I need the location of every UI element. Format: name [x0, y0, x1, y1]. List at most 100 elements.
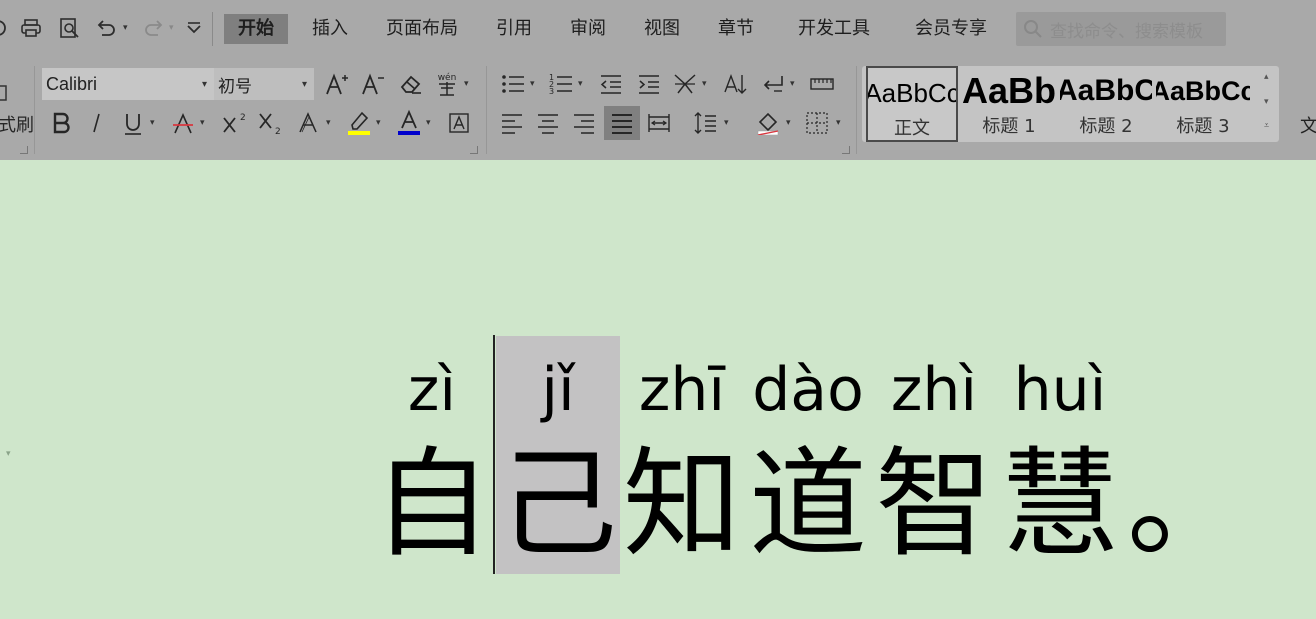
pinyin: zhì [890, 355, 978, 425]
subscript-icon[interactable]: 2 [254, 108, 286, 138]
styles-scroll-up-icon[interactable]: ▴ [1264, 72, 1269, 82]
borders-dropdown-icon[interactable]: ▾ [836, 118, 841, 128]
numbering-icon[interactable]: 123 [546, 70, 576, 98]
line-spacing-dropdown-icon[interactable]: ▾ [724, 118, 729, 128]
text-cursor [493, 335, 495, 574]
hanzi: 。 [1126, 435, 1245, 573]
shading-dropdown-icon[interactable]: ▾ [786, 118, 791, 128]
shading-icon[interactable] [752, 106, 784, 138]
style-heading-1[interactable]: AaBb 标题 1 [962, 66, 1056, 142]
bullets-icon[interactable] [498, 70, 528, 98]
numbering-dropdown-icon[interactable]: ▾ [578, 79, 583, 89]
tab-insert[interactable]: 插入 [312, 14, 348, 44]
clipboard-launcher-icon[interactable] [20, 146, 28, 154]
svg-text:3: 3 [549, 87, 554, 96]
font-name-combo[interactable]: Calibri ▾ [42, 68, 214, 100]
paragraph-launcher-icon[interactable] [842, 146, 850, 154]
style-label: 标题 3 [1176, 116, 1230, 137]
pinyin: dào [752, 355, 864, 425]
clear-format-icon[interactable] [396, 70, 426, 98]
tab-chapter[interactable]: 章节 [718, 14, 754, 44]
phonetic-dropdown-icon[interactable]: ▾ [464, 79, 469, 89]
font-size-combo[interactable]: 初号 ▾ [214, 68, 314, 100]
customize-quick-access-icon[interactable] [183, 15, 205, 41]
svg-text:2: 2 [240, 113, 246, 123]
format-painter-button[interactable]: 式刷 [0, 110, 34, 138]
group-separator [856, 66, 857, 154]
bold-icon[interactable] [46, 108, 76, 138]
text-effect-dropdown-icon[interactable]: ▾ [326, 118, 331, 128]
print-icon[interactable] [20, 15, 42, 41]
underline-dropdown-icon[interactable]: ▾ [150, 118, 155, 128]
italic-icon[interactable] [82, 108, 112, 138]
hanzi: 道 [748, 435, 867, 573]
font-launcher-icon[interactable] [470, 146, 478, 154]
style-preview: AaBb [962, 70, 1056, 111]
grow-font-icon[interactable] [322, 70, 352, 98]
styles-expand-icon[interactable]: ⩡ [1264, 121, 1269, 131]
print-preview-icon[interactable] [58, 15, 80, 41]
tab-references[interactable]: 引用 [496, 14, 532, 44]
chinese-layout-icon[interactable] [670, 70, 700, 98]
align-left-icon[interactable] [498, 108, 526, 138]
ribbon-overflow-label[interactable]: 文 [1300, 112, 1316, 138]
hanzi: 慧 [1000, 435, 1119, 573]
redo-dropdown-icon[interactable]: ▾ [169, 23, 174, 33]
chinese-layout-dropdown-icon[interactable]: ▾ [702, 79, 707, 89]
group-separator [34, 66, 35, 154]
tab-view[interactable]: 视图 [644, 14, 680, 44]
tab-developer[interactable]: 开发工具 [798, 14, 870, 44]
borders-icon[interactable] [802, 108, 832, 138]
ruby-char: zhī 知 [620, 350, 744, 578]
align-right-icon[interactable] [570, 108, 598, 138]
strikethrough-icon[interactable] [168, 108, 198, 138]
align-center-icon[interactable] [534, 108, 562, 138]
decrease-indent-icon[interactable] [596, 70, 626, 98]
font-name-value: Calibri [46, 73, 98, 94]
open-icon[interactable] [0, 15, 14, 41]
tab-membership[interactable]: 会员专享 [915, 14, 987, 44]
chevron-down-icon: ▾ [302, 78, 308, 90]
styles-scroll-down-icon[interactable]: ▾ [1264, 97, 1269, 107]
paste-icon[interactable] [0, 82, 10, 104]
font-color-icon[interactable] [394, 106, 424, 138]
undo-dropdown-icon[interactable]: ▾ [123, 23, 128, 33]
text-effect-icon[interactable] [294, 108, 324, 138]
show-marks-dropdown-icon[interactable]: ▾ [790, 79, 795, 89]
tab-ruler-icon[interactable] [806, 70, 838, 98]
superscript-icon[interactable]: 2 [218, 108, 250, 138]
shrink-font-icon[interactable] [358, 70, 388, 98]
ruby-char: huì 慧 [998, 350, 1122, 578]
char-border-icon[interactable] [444, 108, 474, 138]
tab-page-layout[interactable]: 页面布局 [386, 14, 458, 44]
bullets-dropdown-icon[interactable]: ▾ [530, 79, 535, 89]
top-menu-bar: ▾ ▾ 开始 插入 页面布局 引用 审阅 视图 章节 开发工具 会员专享 查找命… [0, 0, 1316, 60]
style-heading-3[interactable]: AaBbCc 标题 3 [1156, 66, 1250, 142]
hanzi: 自 [372, 435, 491, 573]
distributed-icon[interactable] [644, 108, 674, 138]
justify-icon[interactable] [604, 106, 640, 140]
highlight-dropdown-icon[interactable]: ▾ [376, 118, 381, 128]
phonetic-guide-icon[interactable]: wén [432, 68, 462, 100]
undo-icon[interactable] [95, 15, 117, 41]
chevron-down-icon: ▾ [202, 78, 208, 90]
pinyin: jǐ [541, 355, 575, 425]
tab-review[interactable]: 审阅 [570, 14, 606, 44]
pinyin [1124, 350, 1248, 430]
style-normal[interactable]: AaBbCc 正文 [866, 66, 958, 142]
underline-icon[interactable] [118, 108, 148, 138]
highlight-icon[interactable] [344, 106, 374, 138]
increase-indent-icon[interactable] [634, 70, 664, 98]
ruby-char: 。 [1124, 350, 1248, 578]
strikethrough-dropdown-icon[interactable]: ▾ [200, 118, 205, 128]
search-box[interactable]: 查找命令、搜索模板 [1016, 12, 1226, 46]
line-spacing-icon[interactable] [690, 108, 720, 138]
font-color-dropdown-icon[interactable]: ▾ [426, 118, 431, 128]
sort-icon[interactable] [720, 70, 750, 98]
show-marks-icon[interactable] [758, 70, 788, 98]
tab-home[interactable]: 开始 [224, 14, 288, 44]
style-heading-2[interactable]: AaBbC 标题 2 [1060, 66, 1152, 142]
document-page[interactable]: ▾ zì 自 jǐ 己 zhī 知 dào 道 zhì 智 huì 慧 。 [0, 160, 1316, 619]
redo-icon[interactable] [143, 15, 165, 41]
style-preview: AaBbC [1060, 74, 1152, 107]
